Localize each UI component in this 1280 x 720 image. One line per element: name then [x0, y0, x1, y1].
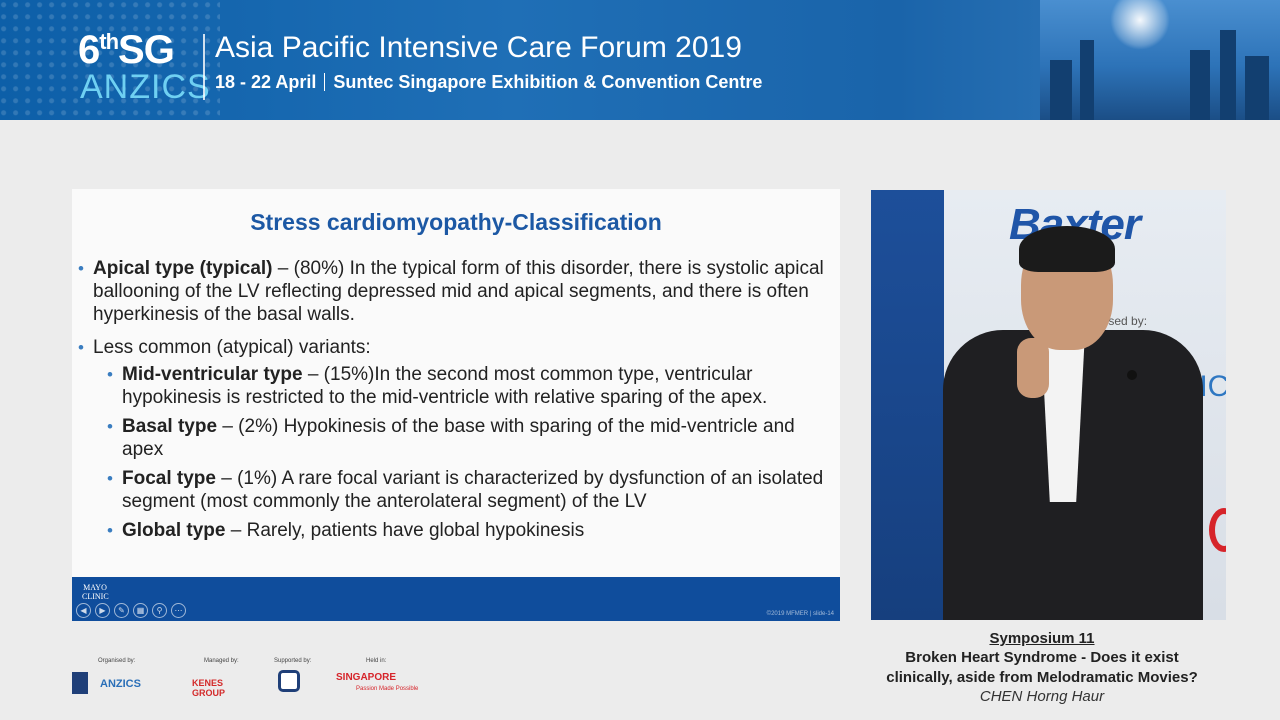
supporter-logo-icon — [278, 670, 300, 692]
event-subtitle: 18 - 22 April Suntec Singapore Exhibition… — [215, 72, 762, 93]
talk-caption: Symposium 11 Broken Heart Syndrome - Doe… — [842, 630, 1242, 706]
subbullet-text: – (1%) A rare focal variant is character… — [122, 468, 824, 512]
pen-icon[interactable]: ✎ — [114, 603, 129, 618]
slide-body: Apical type (typical) – (80%) In the typ… — [78, 257, 828, 548]
slide-copyright: ©2019 MFMER | slide-14 — [766, 611, 834, 617]
talk-title-line1: Broken Heart Syndrome - Does it exist — [905, 649, 1179, 666]
speaker-hand — [1017, 338, 1049, 398]
skyline-glow — [1110, 0, 1170, 50]
more-options-icon[interactable]: ⋯ — [171, 603, 186, 618]
subtitle-separator — [324, 73, 326, 91]
event-dates: 18 - 22 April — [215, 72, 317, 92]
event-logo-org: ANZICS — [80, 68, 211, 106]
slide-subbullet: Global type – Rarely, patients have glob… — [78, 519, 828, 542]
held-label: Held in: — [366, 658, 387, 664]
talk-title-line2: clinically, aside from Melodramatic Movi… — [886, 669, 1198, 686]
speaker-name: CHEN Horng Haur — [979, 688, 1105, 705]
bullet-bold: Apical type (typical) — [93, 258, 273, 279]
slide-subbullet: Focal type – (1%) A rare focal variant i… — [78, 467, 828, 513]
event-logo-edition: 6thSG — [78, 28, 175, 72]
subbullet-bold: Mid-ventricular type — [122, 364, 303, 385]
next-slide-icon[interactable]: ▶ — [95, 603, 110, 618]
logo-line: CLINIC — [82, 592, 109, 601]
singapore-tagline: Passion Made Possible — [356, 686, 419, 692]
logo-line: MAYO — [83, 583, 107, 592]
slides-grid-icon[interactable]: ▦ — [133, 603, 148, 618]
skyline-building — [1080, 40, 1094, 120]
previous-slide-icon[interactable]: ◀ — [76, 603, 91, 618]
event-banner: 6thSG ANZICS Asia Pacific Intensive Care… — [0, 0, 1280, 120]
presentation-slide: Stress cardiomyopathy-Classification Api… — [72, 189, 840, 621]
skyline-building — [1245, 56, 1269, 120]
mayo-clinic-logo: MAYO CLINIC — [82, 583, 109, 601]
slide-subbullet: Basal type – (2%) Hypokinesis of the bas… — [78, 415, 828, 461]
slide-controls: ◀ ▶ ✎ ▦ ⚲ ⋯ — [76, 603, 186, 618]
slide-bullet: Apical type (typical) – (80%) In the typ… — [78, 257, 828, 326]
stage-wall — [871, 190, 944, 620]
kenes-logo: KENES GROUP — [192, 678, 226, 698]
speaker-figure — [941, 210, 1211, 620]
subbullet-text: – Rarely, patients have global hypokines… — [225, 520, 585, 541]
symposium-label: Symposium 11 — [989, 630, 1095, 647]
subbullet-bold: Basal type — [122, 416, 218, 437]
event-title: Asia Pacific Intensive Care Forum 2019 — [215, 31, 742, 64]
banner-skyline-image — [1040, 0, 1280, 120]
speaker-video: Baxter nised by: ZIC — [871, 190, 1226, 620]
subbullet-bold: Focal type — [122, 468, 216, 489]
slide-subbullet: Mid-ventricular type – (15%)In the secon… — [78, 363, 828, 409]
zoom-icon[interactable]: ⚲ — [152, 603, 167, 618]
slide-title: Stress cardiomyopathy-Classification — [250, 209, 662, 235]
singapore-wordmark: SINGAPORE — [336, 672, 397, 683]
skyline-building — [1220, 30, 1236, 120]
skyline-building — [1190, 50, 1210, 120]
skyline-building — [1050, 60, 1072, 120]
subbullet-bold: Global type — [122, 520, 226, 541]
lapel-mic-icon — [1127, 370, 1137, 380]
subbullet-text: – (2%) Hypokinesis of the base with spar… — [122, 416, 795, 460]
slide-bullet: Less common (atypical) variants: — [78, 336, 828, 359]
anzics-logo: ANZICS — [100, 678, 141, 690]
organised-label: Organised by: — [98, 658, 136, 664]
managed-label: Managed by: — [204, 658, 239, 664]
banner-divider — [203, 34, 205, 100]
crest-icon — [72, 672, 88, 694]
event-venue: Suntec Singapore Exhibition & Convention… — [333, 72, 763, 92]
bullet-text: Less common (atypical) variants: — [93, 337, 371, 358]
backdrop-red-logo — [1209, 508, 1226, 552]
singapore-logo: SINGAPORE — [336, 672, 396, 683]
supported-label: Supported by: — [274, 658, 312, 664]
slide-footer: MAYO CLINIC ◀ ▶ ✎ ▦ ⚲ ⋯ ©2019 MFMER | sl… — [72, 577, 840, 621]
speaker-hair — [1019, 226, 1115, 272]
